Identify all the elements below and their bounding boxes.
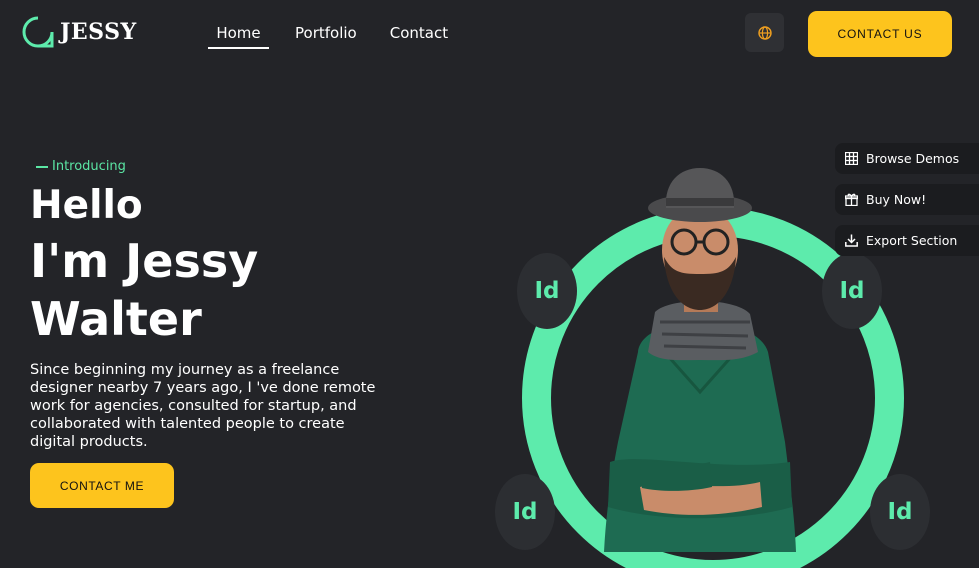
indesign-badge-top-left: Id — [517, 253, 577, 329]
buy-now-button[interactable]: Buy Now! — [835, 184, 979, 215]
hero-title-line-1: Hello — [30, 183, 143, 228]
page: JESSY Home Portfolio Contact CONTACT US … — [0, 0, 979, 568]
hero-title-line-2: I'm Jessy — [30, 234, 259, 288]
logo[interactable]: JESSY — [22, 16, 137, 48]
eyebrow-text: Introducing — [52, 159, 126, 174]
export-section-button[interactable]: Export Section — [835, 225, 979, 256]
nav-portfolio[interactable]: Portfolio — [295, 24, 357, 49]
logo-mark-icon — [22, 16, 54, 48]
browse-demos-label: Browse Demos — [866, 151, 960, 166]
badge-label: Id — [512, 499, 538, 525]
buy-now-label: Buy Now! — [866, 192, 927, 207]
contact-me-button[interactable]: CONTACT ME — [30, 463, 174, 508]
logo-text: JESSY — [60, 19, 137, 45]
badge-label: Id — [839, 278, 865, 304]
language-button[interactable] — [745, 13, 784, 52]
badge-label: Id — [534, 278, 560, 304]
hero-description: Since beginning my journey as a freelanc… — [30, 362, 376, 450]
export-section-label: Export Section — [866, 233, 958, 248]
indesign-badge-bottom-left: Id — [495, 474, 555, 550]
badge-label: Id — [887, 499, 913, 525]
globe-icon — [757, 25, 772, 40]
main-nav: Home Portfolio Contact — [208, 24, 448, 49]
nav-contact[interactable]: Contact — [390, 24, 448, 49]
indesign-badge-bottom-right: Id — [870, 474, 930, 550]
grid-icon — [845, 152, 858, 165]
contact-us-button[interactable]: CONTACT US — [808, 11, 952, 57]
indesign-badge-top-right: Id — [822, 253, 882, 329]
gift-icon — [845, 193, 858, 206]
nav-home[interactable]: Home — [208, 24, 269, 49]
portrait-image — [604, 168, 796, 552]
hero-title-line-3: Walter — [30, 292, 202, 346]
download-icon — [845, 234, 858, 247]
eyebrow: Introducing — [36, 159, 126, 174]
eyebrow-dash — [36, 165, 48, 168]
browse-demos-button[interactable]: Browse Demos — [835, 143, 979, 174]
